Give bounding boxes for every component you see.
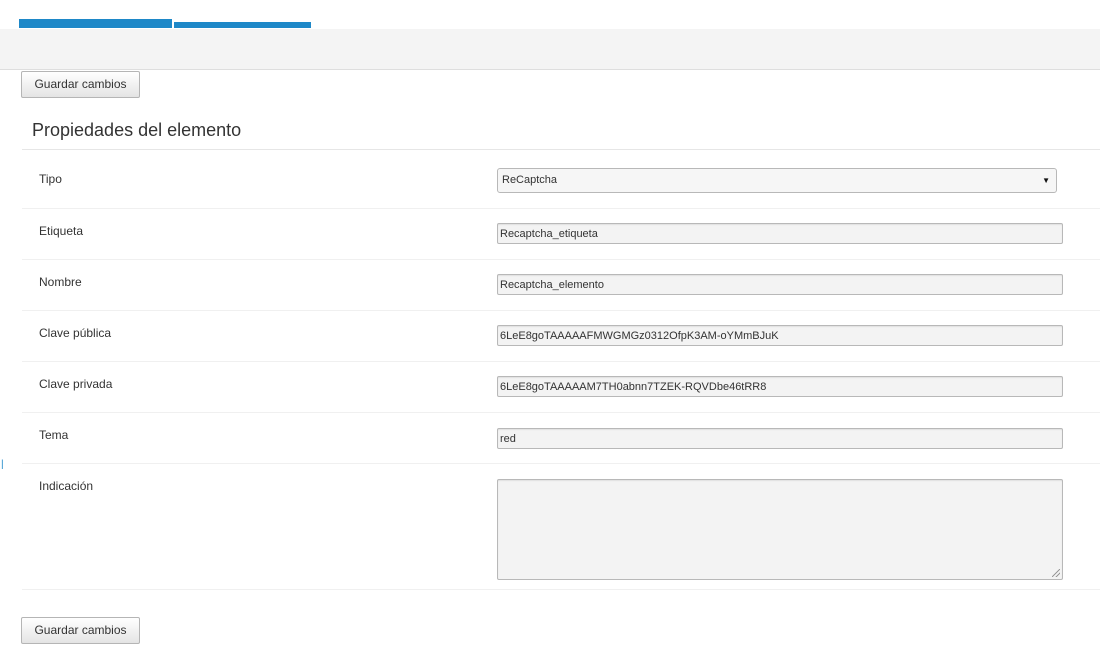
- row-indicacion: Indicación: [22, 464, 1100, 590]
- row-nombre: Nombre: [22, 260, 1100, 311]
- label-clave-publica: Clave pública: [39, 326, 112, 340]
- label-tema: Tema: [39, 428, 69, 442]
- row-tipo: Tipo ReCaptcha ▼: [22, 157, 1100, 209]
- label-clave-privada: Clave privada: [39, 377, 113, 391]
- toolbar-band: [0, 29, 1100, 70]
- tema-input[interactable]: [497, 428, 1063, 449]
- chevron-down-icon: ▼: [1042, 176, 1050, 185]
- etiqueta-input[interactable]: [497, 223, 1063, 244]
- save-button-bottom[interactable]: Guardar cambios: [21, 617, 140, 644]
- row-tema: Tema: [22, 413, 1100, 464]
- tab-bar: [0, 0, 1100, 30]
- tipo-select-value: ReCaptcha: [502, 174, 558, 186]
- resize-grip-icon[interactable]: [1052, 569, 1060, 577]
- nombre-input[interactable]: [497, 274, 1063, 295]
- section-divider: [22, 149, 1100, 150]
- tipo-select[interactable]: ReCaptcha ▼: [497, 168, 1057, 193]
- save-button-top[interactable]: Guardar cambios: [21, 71, 140, 98]
- indicacion-textarea[interactable]: [497, 479, 1063, 580]
- row-clave-publica: Clave pública: [22, 311, 1100, 362]
- label-indicacion: Indicación: [39, 479, 94, 493]
- tab-indicator-1[interactable]: [19, 19, 172, 28]
- section-title: Propiedades del elemento: [32, 120, 242, 140]
- clave-publica-input[interactable]: [497, 325, 1063, 346]
- label-nombre: Nombre: [39, 275, 82, 289]
- edge-marker: |: [1, 459, 4, 470]
- row-clave-privada: Clave privada: [22, 362, 1100, 413]
- label-etiqueta: Etiqueta: [39, 224, 84, 238]
- row-etiqueta: Etiqueta: [22, 209, 1100, 260]
- tab-indicator-2[interactable]: [174, 22, 311, 28]
- label-tipo: Tipo: [39, 172, 62, 186]
- clave-privada-input[interactable]: [497, 376, 1063, 397]
